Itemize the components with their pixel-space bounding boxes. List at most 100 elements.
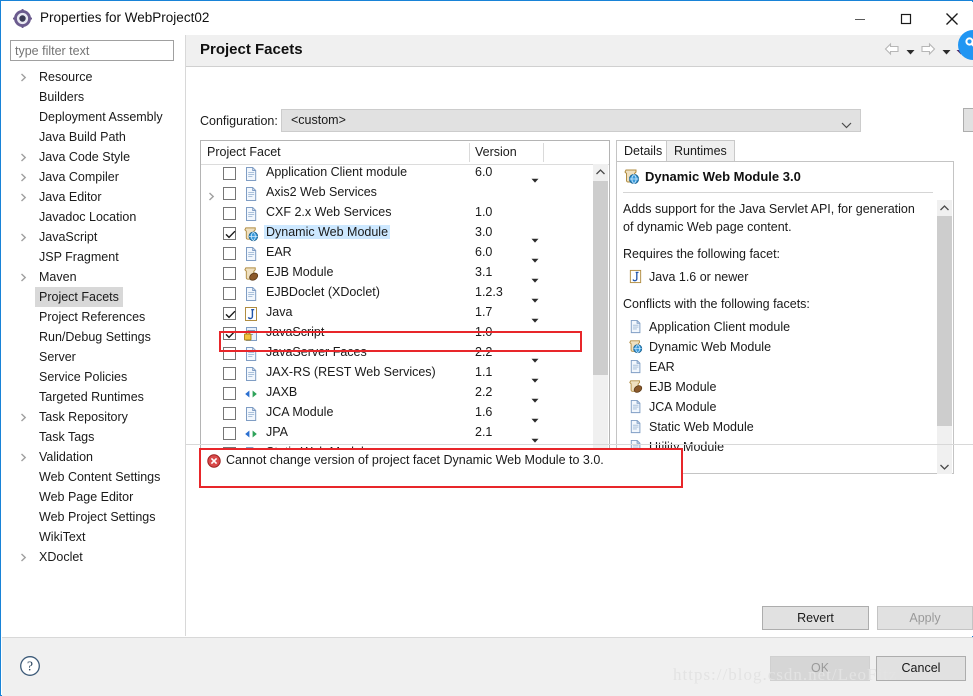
- sidebar-item-xdoclet[interactable]: XDoclet: [2, 547, 185, 567]
- tab-details[interactable]: Details: [616, 140, 671, 162]
- sidebar-item-run-debug-settings[interactable]: Run/Debug Settings: [2, 327, 185, 347]
- column-header-facet[interactable]: Project Facet: [207, 145, 281, 159]
- back-dropdown-icon[interactable]: [906, 44, 915, 58]
- table-row[interactable]: EJB Module 3.1: [201, 264, 594, 284]
- facet-checkbox[interactable]: [223, 347, 236, 360]
- sidebar-item-label: JavaScript: [39, 230, 98, 244]
- expand-arrow-icon[interactable]: [18, 447, 30, 467]
- sidebar-item-java-compiler[interactable]: Java Compiler: [2, 167, 185, 187]
- table-row[interactable]: JavaScript 1.0: [201, 324, 594, 344]
- table-row[interactable]: JAXB 2.2: [201, 384, 594, 404]
- table-row[interactable]: Axis2 Web Services: [201, 184, 594, 204]
- table-row[interactable]: JAX-RS (REST Web Services) 1.1: [201, 364, 594, 384]
- facet-checkbox[interactable]: [223, 267, 236, 280]
- sidebar-item-label: JSP Fragment: [39, 250, 119, 264]
- sidebar-item-service-policies[interactable]: Service Policies: [2, 367, 185, 387]
- expand-arrow-icon[interactable]: [18, 167, 30, 187]
- facet-checkbox[interactable]: [223, 307, 236, 320]
- facet-checkbox[interactable]: [223, 187, 236, 200]
- settings-sidebar: Resource Builders Deployment Assembly Java …: [2, 35, 185, 636]
- sidebar-item-deployment-assembly[interactable]: Deployment Assembly: [2, 107, 185, 127]
- facet-checkbox[interactable]: [223, 287, 236, 300]
- expand-arrow-icon[interactable]: [18, 227, 30, 247]
- scroll-down-icon[interactable]: [937, 459, 952, 474]
- table-row[interactable]: Dynamic Web Module 3.0: [201, 224, 594, 244]
- sidebar-item-web-content-settings[interactable]: Web Content Settings: [2, 467, 185, 487]
- sidebar-item-task-repository[interactable]: Task Repository: [2, 407, 185, 427]
- facet-checkbox[interactable]: [223, 387, 236, 400]
- expand-arrow-icon[interactable]: [18, 67, 30, 87]
- forward-dropdown-icon[interactable]: [942, 44, 951, 58]
- facet-checkbox[interactable]: [223, 207, 236, 220]
- sidebar-item-java-build-path[interactable]: Java Build Path: [2, 127, 185, 147]
- column-divider[interactable]: [469, 143, 470, 162]
- facet-checkbox[interactable]: [223, 327, 236, 340]
- table-row[interactable]: EJBDoclet (XDoclet) 1.2.3: [201, 284, 594, 304]
- table-row[interactable]: JCA Module 1.6: [201, 404, 594, 424]
- expand-arrow-icon[interactable]: [18, 407, 30, 427]
- facet-checkbox[interactable]: [223, 227, 236, 240]
- table-row[interactable]: JavaServer Faces 2.2: [201, 344, 594, 364]
- sidebar-item-task-tags[interactable]: Task Tags: [2, 427, 185, 447]
- title-bar: Properties for WebProject02: [2, 2, 973, 35]
- sidebar-item-resource[interactable]: Resource: [2, 67, 185, 87]
- table-scrollbar[interactable]: [593, 164, 608, 473]
- scroll-up-icon[interactable]: [593, 164, 608, 179]
- sidebar-item-web-page-editor[interactable]: Web Page Editor: [2, 487, 185, 507]
- sidebar-item-javascript[interactable]: JavaScript: [2, 227, 185, 247]
- table-row[interactable]: Java 1.7: [201, 304, 594, 324]
- tab-runtimes[interactable]: Runtimes: [666, 140, 735, 162]
- sidebar-item-java-code-style[interactable]: Java Code Style: [2, 147, 185, 167]
- sidebar-item-java-editor[interactable]: Java Editor: [2, 187, 185, 207]
- facet-checkbox[interactable]: [223, 367, 236, 380]
- save-as-button[interactable]: Save As...: [963, 108, 973, 132]
- configuration-select[interactable]: <custom>: [281, 109, 861, 132]
- expand-arrow-icon[interactable]: [18, 147, 30, 167]
- details-scrollbar[interactable]: [937, 200, 952, 474]
- forward-arrow-icon[interactable]: [920, 42, 936, 59]
- column-divider[interactable]: [543, 143, 544, 162]
- expand-arrow-icon[interactable]: [207, 190, 216, 204]
- facet-name: Dynamic Web Module: [264, 225, 391, 239]
- facet-checkbox[interactable]: [223, 167, 236, 180]
- facet-version: 1.6: [475, 405, 493, 419]
- js-lock-icon: [243, 326, 259, 342]
- sidebar-item-maven[interactable]: Maven: [2, 267, 185, 287]
- sidebar-item-project-references[interactable]: Project References: [2, 307, 185, 327]
- sidebar-item-builders[interactable]: Builders: [2, 87, 185, 107]
- revert-button[interactable]: Revert: [762, 606, 869, 630]
- sidebar-item-validation[interactable]: Validation: [2, 447, 185, 467]
- table-row[interactable]: JPA 2.1: [201, 424, 594, 444]
- expand-arrow-icon[interactable]: [18, 267, 30, 287]
- sidebar-item-targeted-runtimes[interactable]: Targeted Runtimes: [2, 387, 185, 407]
- sidebar-item-jsp-fragment[interactable]: JSP Fragment: [2, 247, 185, 267]
- sidebar-item-wikitext[interactable]: WikiText: [2, 527, 185, 547]
- back-arrow-icon[interactable]: [884, 42, 900, 59]
- scrollbar-thumb[interactable]: [593, 181, 608, 375]
- scrollbar-thumb[interactable]: [937, 216, 952, 426]
- conflicts-list: Application Client module Dynamic Web Mod…: [623, 317, 927, 457]
- sidebar-item-web-project-settings[interactable]: Web Project Settings: [2, 507, 185, 527]
- table-row[interactable]: CXF 2.x Web Services 1.0: [201, 204, 594, 224]
- sidebar-item-project-facets[interactable]: Project Facets: [2, 287, 185, 307]
- details-body: Dynamic Web Module 3.0 Adds support for …: [616, 161, 954, 474]
- facet-version: 1.7: [475, 305, 493, 319]
- column-header-version[interactable]: Version: [475, 145, 517, 159]
- sidebar-item-label: Project Facets: [35, 287, 123, 307]
- expand-arrow-icon[interactable]: [18, 187, 30, 207]
- facet-name: JAX-RS (REST Web Services): [266, 365, 436, 379]
- maximize-button[interactable]: [883, 3, 929, 35]
- table-row[interactable]: EAR 6.0: [201, 244, 594, 264]
- scroll-up-icon[interactable]: [937, 200, 952, 215]
- expand-arrow-icon[interactable]: [18, 547, 30, 567]
- filter-input[interactable]: [10, 40, 174, 61]
- facet-checkbox[interactable]: [223, 427, 236, 440]
- table-row[interactable]: Application Client module 6.0: [201, 164, 594, 184]
- facet-checkbox[interactable]: [223, 407, 236, 420]
- sidebar-item-server[interactable]: Server: [2, 347, 185, 367]
- help-icon[interactable]: ?: [19, 655, 41, 677]
- minimize-button[interactable]: [837, 3, 883, 35]
- sidebar-item-label: Web Page Editor: [39, 490, 134, 504]
- sidebar-item-javadoc-location[interactable]: Javadoc Location: [2, 207, 185, 227]
- facet-checkbox[interactable]: [223, 247, 236, 260]
